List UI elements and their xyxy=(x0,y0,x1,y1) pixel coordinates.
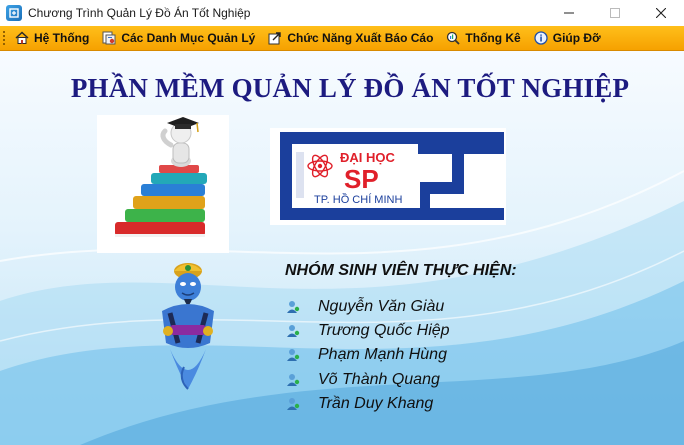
menu-danh-muc[interactable]: Các Danh Mục Quản Lý xyxy=(97,27,263,49)
member-item: Trần Duy Khang xyxy=(286,395,433,413)
user-icon xyxy=(287,325,300,337)
atom-icon xyxy=(307,154,333,178)
member-item: Nguyễn Văn Giàu xyxy=(286,298,444,316)
university-logo: ĐẠI HỌC SP TP. HỒ CHÍ MINH xyxy=(270,128,506,225)
menu-label: Chức Năng Xuất Báo Cáo xyxy=(287,31,434,45)
menu-grip[interactable] xyxy=(2,30,6,46)
menu-label: Thống Kê xyxy=(465,31,521,45)
minimize-button[interactable] xyxy=(546,0,592,26)
member-name: Võ Thành Quang xyxy=(318,371,440,388)
member-item: Phạm Mạnh Hùng xyxy=(286,346,447,364)
home-icon xyxy=(14,30,30,46)
member-name: Nguyễn Văn Giàu xyxy=(318,298,445,315)
user-icon xyxy=(287,398,300,410)
member-name: Trần Duy Khang xyxy=(318,395,434,412)
member-item: Trương Quốc Hiệp xyxy=(286,322,450,340)
menu-label: Các Danh Mục Quản Lý xyxy=(121,31,256,45)
menu-he-thong[interactable]: Hệ Thống xyxy=(10,27,97,49)
help-icon: i xyxy=(533,30,549,46)
menu-label: Giúp Đỡ xyxy=(552,31,601,45)
export-report-icon xyxy=(267,30,283,46)
user-icon xyxy=(287,374,300,386)
statistics-icon xyxy=(445,30,461,46)
title-bar: Chương Trình Quản Lý Đồ Án Tốt Nghiệp xyxy=(0,0,684,26)
logo-line-sp: SP xyxy=(344,164,379,194)
team-heading: NHÓM SINH VIÊN THỰC HIỆN: xyxy=(285,262,517,279)
member-item: Võ Thành Quang xyxy=(286,371,440,389)
close-button[interactable] xyxy=(638,0,684,26)
genie-illustration xyxy=(148,261,228,391)
maximize-button[interactable] xyxy=(592,0,638,26)
graduate-books-illustration xyxy=(97,115,229,253)
categories-icon xyxy=(101,30,117,46)
user-icon xyxy=(287,349,300,361)
menu-bar: Hệ Thống Các Danh Mục Quản Lý Chức Năng … xyxy=(0,26,684,51)
app-heading: PHẦN MỀM QUẢN LÝ ĐỒ ÁN TỐT NGHIỆP xyxy=(70,73,630,103)
member-name: Trương Quốc Hiệp xyxy=(318,322,450,339)
minimize-icon xyxy=(564,12,574,14)
window-title: Chương Trình Quản Lý Đồ Án Tốt Nghiệp xyxy=(28,6,251,20)
maximize-icon xyxy=(610,8,620,18)
member-name: Phạm Mạnh Hùng xyxy=(318,346,447,363)
logo-line-city: TP. HỒ CHÍ MINH xyxy=(314,194,403,206)
menu-xuat-bao-cao[interactable]: Chức Năng Xuất Báo Cáo xyxy=(263,27,441,49)
menu-label: Hệ Thống xyxy=(34,31,90,45)
close-icon xyxy=(656,8,666,18)
svg-text:i: i xyxy=(539,35,542,45)
logo-line-dai-hoc: ĐẠI HỌC xyxy=(340,150,395,165)
app-window-icon[interactable] xyxy=(6,5,22,21)
menu-giup-do[interactable]: i Giúp Đỡ xyxy=(529,27,609,49)
user-icon xyxy=(287,301,300,313)
main-panel: PHẦN MỀM QUẢN LÝ ĐỒ ÁN TỐT NGHIỆP ĐẠI HỌ… xyxy=(0,51,684,445)
menu-thong-ke[interactable]: Thống Kê xyxy=(441,27,528,49)
